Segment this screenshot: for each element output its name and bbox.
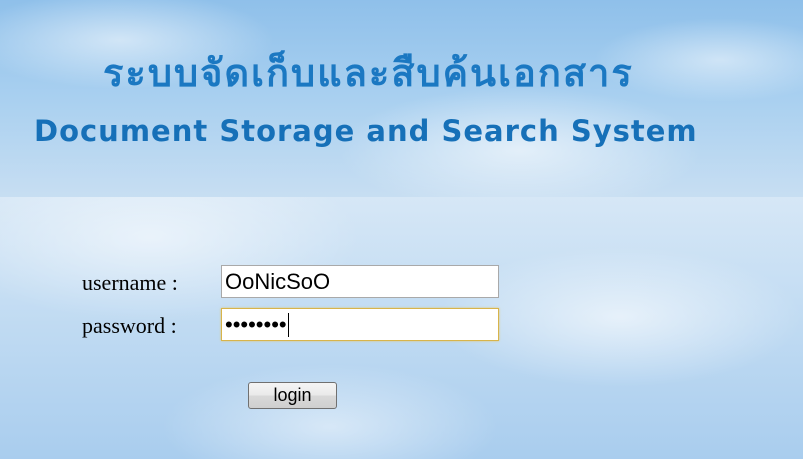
page-title-thai: ระบบจัดเก็บและสืบค้นเอกสาร xyxy=(103,51,634,95)
username-input[interactable]: OoNicSoO xyxy=(221,265,499,298)
page-title-english: Document Storage and Search System xyxy=(34,114,698,148)
username-value: OoNicSoO xyxy=(225,269,331,294)
login-button[interactable]: login xyxy=(248,382,337,409)
text-caret xyxy=(287,313,289,337)
password-value: •••••••• xyxy=(225,312,287,337)
username-label: username : xyxy=(82,270,178,295)
password-label: password : xyxy=(82,313,177,338)
header-banner: ระบบจัดเก็บและสืบค้นเอกสาร Document Stor… xyxy=(0,0,803,197)
password-input[interactable]: •••••••• xyxy=(221,308,499,341)
